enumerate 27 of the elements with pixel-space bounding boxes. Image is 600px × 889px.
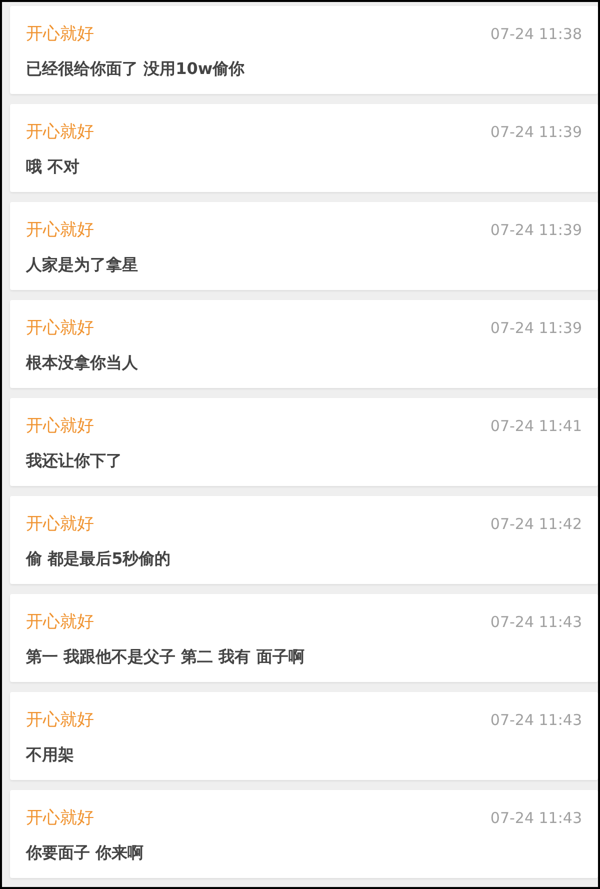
sender-name: 开心就好 [26, 415, 94, 437]
message-text: 你要面子 你来啊 [26, 843, 145, 864]
message-text: 我还让你下了 [26, 451, 123, 472]
message-text: 哦 不对 [26, 157, 81, 178]
message-text: 偷 都是最后5秒偷的 [26, 549, 172, 570]
message-text: 人家是为了拿星 [26, 255, 139, 276]
sender-name: 开心就好 [26, 121, 94, 143]
message-text: 不用架 [26, 745, 75, 766]
message-text: 已经很给你面了 没用10w偷你 [26, 59, 246, 80]
message-time: 07-24 11:39 [490, 318, 582, 336]
sender-name: 开心就好 [26, 709, 94, 731]
message-time: 07-24 11:39 [490, 122, 582, 140]
message-time: 07-24 11:39 [490, 220, 582, 238]
message-time: 07-24 11:41 [490, 416, 582, 434]
message-time: 07-24 11:43 [490, 808, 582, 826]
message-time: 07-24 11:43 [490, 612, 582, 630]
sender-name: 开心就好 [26, 317, 94, 339]
sender-name: 开心就好 [26, 219, 94, 241]
sender-name: 开心就好 [26, 23, 94, 45]
sender-name: 开心就好 [26, 611, 94, 633]
message-text: 根本没拿你当人 [26, 353, 139, 374]
message-time: 07-24 11:38 [490, 24, 582, 42]
message-time: 07-24 11:43 [490, 710, 582, 728]
sender-name: 开心就好 [26, 807, 94, 829]
sender-name: 开心就好 [26, 513, 94, 535]
message-text: 第一 我跟他不是父子 第二 我有 面子啊 [26, 647, 306, 668]
message-time: 07-24 11:42 [490, 514, 582, 532]
